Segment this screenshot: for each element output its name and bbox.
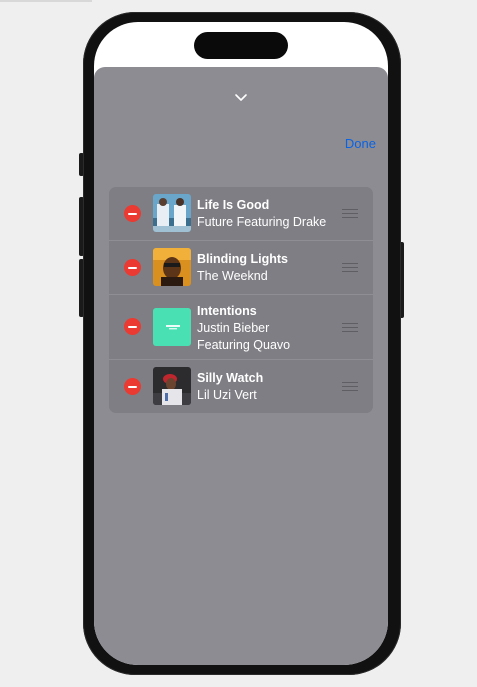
album-art bbox=[153, 367, 191, 405]
list-item: Blinding Lights The Weeknd bbox=[109, 241, 373, 295]
song-title: Silly Watch bbox=[197, 371, 264, 385]
minus-circle-icon[interactable] bbox=[124, 205, 141, 222]
song-title: Intentions bbox=[197, 304, 257, 318]
song-artist: The Weeknd bbox=[197, 269, 268, 283]
song-artist: Justin Bieber Featuring Quavo bbox=[197, 321, 291, 352]
album-art bbox=[153, 248, 191, 286]
done-button[interactable]: Done bbox=[345, 136, 376, 151]
minus-circle-icon[interactable] bbox=[124, 318, 141, 335]
list-item: Life Is Good Future Featuring Drake bbox=[109, 187, 373, 241]
phone-screen: Done Life Is Good Future Featuring Drake… bbox=[94, 22, 388, 665]
chevron-down-icon[interactable] bbox=[233, 91, 249, 103]
reorder-handle-icon[interactable] bbox=[342, 263, 358, 272]
minus-circle-icon[interactable] bbox=[124, 259, 141, 276]
song-list: Life Is Good Future Featuring Drake Blin… bbox=[109, 187, 373, 413]
minus-circle-icon[interactable] bbox=[124, 378, 141, 395]
song-artist: Future Featuring Drake bbox=[197, 215, 327, 229]
list-item: Intentions Justin Bieber Featuring Quavo bbox=[109, 295, 373, 360]
song-title: Life Is Good bbox=[197, 198, 270, 212]
album-art bbox=[153, 308, 191, 346]
edit-queue-sheet: Done Life Is Good Future Featuring Drake… bbox=[94, 67, 388, 665]
reorder-handle-icon[interactable] bbox=[342, 382, 358, 391]
divider bbox=[0, 0, 92, 2]
album-art bbox=[153, 194, 191, 232]
list-item: Silly Watch Lil Uzi Vert bbox=[109, 360, 373, 413]
song-title: Blinding Lights bbox=[197, 252, 288, 266]
page: Done Life Is Good Future Featuring Drake… bbox=[0, 0, 477, 687]
reorder-handle-icon[interactable] bbox=[342, 209, 358, 218]
dynamic-island bbox=[194, 32, 288, 59]
reorder-handle-icon[interactable] bbox=[342, 323, 358, 332]
song-artist: Lil Uzi Vert bbox=[197, 388, 257, 402]
